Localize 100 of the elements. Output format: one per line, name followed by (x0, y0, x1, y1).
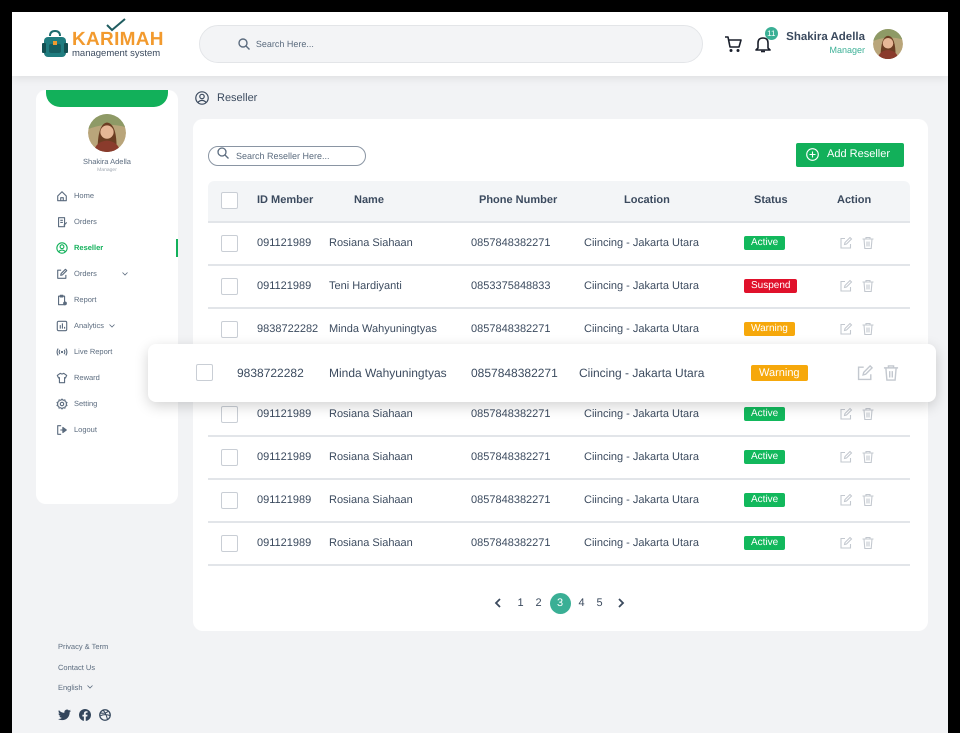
edit-icon[interactable] (839, 407, 853, 421)
page-title: Reseller (217, 91, 258, 106)
table-cell: Ciincing - Jakarta Utara (584, 322, 699, 335)
table-cell: 0853375848833 (471, 280, 551, 292)
table-cell: 0857848382271 (471, 494, 551, 506)
cart-icon[interactable] (724, 35, 742, 53)
checkbox[interactable] (221, 448, 238, 466)
facebook-icon[interactable] (79, 709, 91, 721)
table-cell: 0857848382271 (471, 236, 551, 249)
checkbox[interactable] (221, 534, 238, 552)
ball-icon[interactable] (99, 709, 111, 721)
backpack-icon (42, 30, 68, 58)
trash-icon[interactable] (861, 450, 875, 464)
chart-icon (56, 320, 68, 332)
column-header: Name (354, 194, 384, 206)
column-header: ID Member (257, 194, 314, 206)
page-link[interactable]: 1 (514, 592, 528, 614)
plus-circle-icon (806, 148, 820, 161)
status-tag: Warning (744, 322, 795, 336)
table-cell: Teni Hardiyanti (329, 280, 402, 292)
bird-icon[interactable] (58, 709, 71, 721)
edit-icon[interactable] (856, 364, 874, 382)
table-cell: Ciincing - Jakarta Utara (584, 236, 699, 249)
edit-icon[interactable] (839, 236, 853, 250)
column-header: Status (754, 194, 788, 206)
status-tag: Active (744, 236, 786, 250)
checkbox[interactable] (221, 406, 238, 422)
table-cell: Ciincing - Jakarta Utara (579, 366, 704, 380)
table-cell: 0857848382271 (471, 536, 551, 549)
chevron-down-icon (122, 272, 128, 276)
table-cell: 0857848382271 (471, 450, 551, 463)
table-cell: Rosiana Siahaan (329, 408, 413, 420)
trash-icon[interactable] (861, 536, 875, 550)
edit-icon[interactable] (839, 493, 853, 507)
checkbox[interactable] (221, 278, 238, 294)
table-cell: Ciincing - Jakarta Utara (584, 450, 699, 463)
bell-icon[interactable] (754, 34, 772, 53)
table-cell: 091121989 (257, 408, 312, 420)
table-cell: Ciincing - Jakarta Utara (584, 494, 699, 506)
trash-icon[interactable] (861, 236, 875, 250)
table-cell: Rosiana Siahaan (329, 536, 413, 549)
reseller-search-field[interactable]: Search Reseller Here... (208, 146, 366, 166)
table-cell: Ciincing - Jakarta Utara (584, 280, 699, 292)
checkbox[interactable] (221, 492, 238, 508)
column-header: Location (624, 194, 670, 206)
status-tag: Warning (751, 364, 808, 380)
trash-icon[interactable] (882, 364, 900, 382)
clipboard-icon (56, 294, 68, 306)
notification-count: 11 (764, 27, 778, 40)
home-icon (56, 190, 68, 202)
document-icon (56, 216, 68, 228)
table-cell: 091121989 (257, 494, 312, 506)
logout-icon (56, 424, 68, 436)
shirt-icon (56, 372, 68, 384)
edit-icon[interactable] (839, 322, 853, 336)
table-cell: 091121989 (257, 236, 312, 249)
table-cell: 9838722282 (237, 366, 304, 380)
checkbox[interactable] (221, 234, 238, 252)
table-cell: 091121989 (257, 450, 312, 463)
trash-icon[interactable] (861, 322, 875, 336)
user-role: Manager (828, 44, 865, 57)
table-cell: Rosiana Siahaan (329, 450, 413, 463)
checkbox[interactable] (196, 364, 213, 381)
user-name: Shakira Adella (786, 30, 865, 44)
trash-icon[interactable] (861, 279, 875, 293)
status-tag: Suspend (744, 279, 798, 293)
settings-icon (56, 398, 68, 410)
trash-icon[interactable] (861, 493, 875, 507)
checkbox[interactable] (221, 320, 238, 338)
search-icon (217, 146, 229, 158)
broadcast-icon (56, 346, 68, 358)
status-tag: Active (744, 536, 786, 550)
edit-icon[interactable] (839, 536, 853, 550)
trash-icon[interactable] (861, 407, 875, 421)
table-cell: Minda Wahyuningtyas (329, 366, 447, 380)
table-cell: 0857848382271 (471, 366, 558, 380)
user-circle-icon (195, 91, 209, 106)
page-link[interactable]: 4 (574, 592, 588, 614)
checkmark-icon (106, 18, 126, 32)
status-tag: Active (744, 450, 786, 464)
table-cell: Minda Wahyuningtyas (329, 322, 437, 335)
table-cell: 091121989 (257, 280, 312, 292)
table-cell: Rosiana Siahaan (329, 236, 413, 249)
edit-icon[interactable] (839, 450, 853, 464)
logo-title: KARIMAH (72, 30, 164, 48)
edit-icon (56, 268, 68, 280)
table-cell: 0857848382271 (471, 408, 551, 420)
page-link[interactable]: 2 (532, 592, 546, 614)
edit-icon[interactable] (839, 279, 853, 293)
checkbox[interactable] (221, 192, 238, 209)
table-cell: Rosiana Siahaan (329, 494, 413, 506)
status-tag: Active (744, 407, 786, 421)
table-cell: Ciincing - Jakarta Utara (584, 408, 699, 420)
status-tag: Active (744, 493, 786, 507)
search-field[interactable]: Search Here... (198, 25, 703, 63)
page-link[interactable]: 5 (592, 592, 606, 614)
logo-tagline: management system (72, 48, 162, 58)
search-icon (238, 38, 250, 50)
chevron-down-icon (86, 685, 93, 690)
table-cell: 0857848382271 (471, 322, 551, 335)
